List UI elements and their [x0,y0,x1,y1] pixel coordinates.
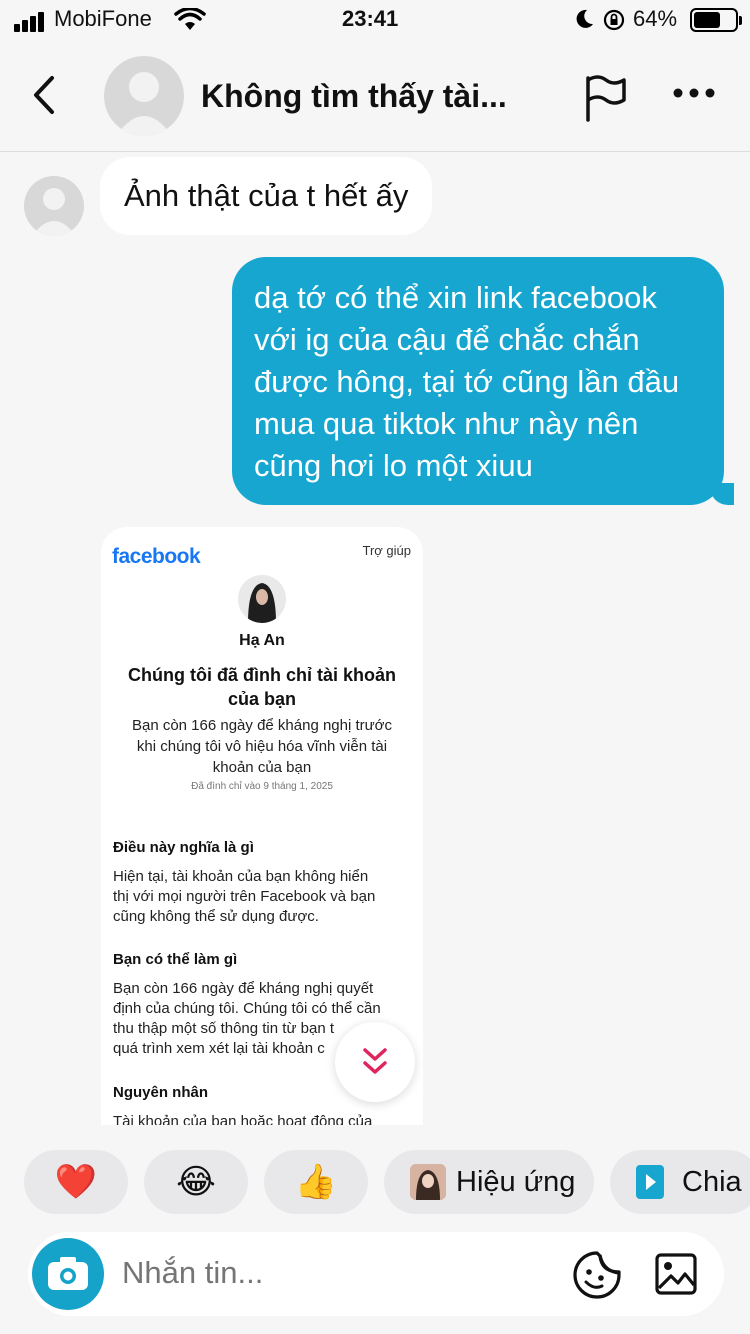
sender-avatar[interactable] [24,176,84,236]
double-chevron-down-icon [363,1048,387,1074]
profile-name: Hạ An [239,632,285,649]
profile-photo [238,575,286,623]
heart-icon: ❤️ [54,1163,98,1201]
heading-line: Chúng tôi đã đình chỉ tài khoản [128,665,396,685]
suspension-date: Đã đình chỉ vào 9 tháng 1, 2025 [191,781,333,792]
flag-icon[interactable] [584,74,628,122]
incoming-message[interactable]: Ảnh thật của t hết ấy [100,157,433,235]
profile-photo-icon [238,575,286,623]
outgoing-message[interactable]: dạ tớ có thể xin link facebook với ig củ… [232,257,734,505]
rotation-lock-icon [603,9,625,31]
outgoing-line: với ig của cậu để chắc chắn [254,322,640,357]
section-line: Hiện tại, tài khoản của bạn không hiển [113,868,369,885]
outgoing-line: dạ tớ có thể xin link facebook [254,280,657,315]
status-bar: MobiFone 23:41 64% [0,0,750,44]
suspension-heading: Chúng tôi đã đình chỉ tài khoản của bạn [111,663,413,711]
laugh-reaction-button[interactable]: 😂 [144,1150,248,1214]
effects-label: Hiệu ứng [456,1166,576,1198]
subtitle-line: khoản của bạn [212,759,312,776]
heart-reaction-button[interactable]: ❤️ [24,1150,128,1214]
share-play-icon [636,1165,664,1199]
effect-thumbnail-icon [410,1164,446,1200]
sticker-icon[interactable] [572,1250,622,1300]
section-line: thị với mọi người trên Facebook và bạn [113,888,376,905]
section-title: Bạn có thể làm gì [113,951,238,968]
status-time: 23:41 [342,6,399,31]
share-button[interactable]: Chia s [610,1150,750,1214]
scroll-down-button[interactable] [335,1022,415,1102]
avatar[interactable] [104,56,184,136]
section-title: Nguyên nhân [113,1084,209,1101]
thumbs-up-reaction-button[interactable]: 👍 [264,1150,368,1214]
section-line: Bạn còn 166 ngày để kháng nghị quyết [113,980,374,997]
suspension-subtitle: Bạn còn 166 ngày để kháng nghị trước khi… [115,715,409,778]
section-line: Tài khoản của bạn hoặc hoạt động của [113,1113,373,1125]
moon-icon [576,9,593,28]
battery-icon [690,8,742,32]
more-icon[interactable] [672,86,716,100]
chat-header: Không tìm thấy tài... [0,44,750,152]
wifi-icon [174,8,206,30]
signal-icon [14,12,46,32]
effects-button[interactable]: Hiệu ứng [384,1150,594,1214]
incoming-message-text: Ảnh thật của t hết ấy [124,178,409,213]
outgoing-line: được hông, tại tớ cũng lần đầu [254,364,680,399]
carrier-name: MobiFone [54,6,152,31]
heading-line: của bạn [227,689,297,709]
help-link: Trợ giúp [362,543,411,558]
subtitle-line: khi chúng tôi vô hiệu hóa vĩnh viễn tài [136,738,388,755]
default-avatar-icon [116,72,172,136]
subtitle-line: Bạn còn 166 ngày để kháng nghị trước [131,717,393,734]
camera-icon [48,1257,88,1290]
default-avatar-icon [32,188,76,236]
message-composer [28,1232,724,1316]
section-line: định của chúng tôi. Chúng tôi có thể cần [113,1000,381,1017]
battery-percent: 64% [633,6,678,31]
gallery-icon[interactable] [654,1252,698,1296]
share-label: Chia s [682,1166,750,1198]
chat-title[interactable]: Không tìm thấy tài... [201,78,507,115]
section-title: Điều này nghĩa là gì [113,839,254,856]
section-line: cũng không thể sử dụng được. [113,908,319,925]
outgoing-line: mua qua tiktok như này nên [254,406,639,441]
bubble-tail [710,483,734,505]
thumbs-up-icon: 👍 [294,1163,338,1201]
section-body: Hiện tại, tài khoản của bạn không hiển t… [113,867,413,927]
laugh-emoji-icon: 😂 [176,1163,216,1201]
chevron-left-icon[interactable] [28,74,60,116]
message-input[interactable] [122,1255,542,1291]
outgoing-line: cũng hơi lo một xiuu [254,448,533,483]
facebook-logo: facebook [112,545,201,568]
camera-button[interactable] [32,1238,104,1310]
